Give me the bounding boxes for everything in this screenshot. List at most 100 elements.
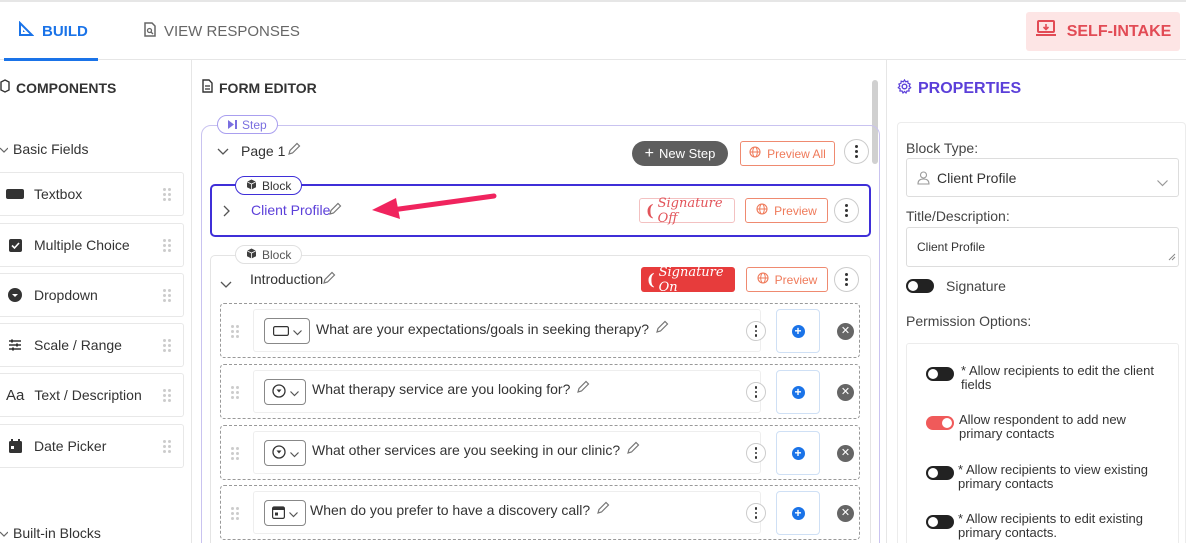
permission-toggle-edit-primary-contacts[interactable] [926,515,954,529]
page-title: Page 1 [241,143,286,159]
block-preview-button[interactable]: Preview [746,267,828,292]
chevron-down-icon [1157,174,1168,190]
remove-question-button[interactable]: ✕ [837,445,854,462]
add-question-button[interactable]: + [776,491,820,535]
block-title: Introduction [250,271,324,287]
component-scale-range[interactable]: Scale / Range [0,323,184,367]
chevron-down-icon [292,323,302,339]
question-row[interactable]: When do you prefer to have a discovery c… [220,485,860,540]
chevron-down-icon[interactable] [220,276,232,292]
component-text-description[interactable]: Aa Text / Description [0,373,184,417]
chevron-down-icon [289,505,298,521]
question-row[interactable]: What therapy service are you looking for… [220,364,860,419]
resize-handle-icon[interactable] [1168,248,1176,264]
signature-off-badge[interactable]: ( Signature Off [639,196,735,226]
text-icon: Aa [6,386,25,404]
pencil-icon[interactable] [655,320,669,337]
component-dropdown[interactable]: Dropdown [0,273,184,317]
signature-icon: ( [647,270,655,289]
question-card[interactable]: When do you prefer to have a discovery c… [253,491,766,534]
drag-handle-icon[interactable] [231,386,239,399]
block-more-button[interactable] [834,198,859,223]
basic-fields-toggle[interactable]: Basic Fields [0,141,88,157]
question-type-select[interactable] [264,440,306,466]
remove-question-button[interactable]: ✕ [837,323,854,340]
block-type-label: Block Type: [906,140,979,156]
document-icon [202,79,213,96]
question-row[interactable]: What other services are you seeking in o… [220,425,860,480]
block-type-select[interactable]: Client Profile [906,158,1179,197]
pencil-icon[interactable] [626,441,640,458]
globe-icon [757,272,769,287]
plus-circle-icon: + [791,385,805,399]
permission-toggle-view-primary-contacts[interactable] [926,466,954,480]
signature-on-badge[interactable]: ( Signature On [641,265,735,295]
gear-icon [897,78,912,99]
chevron-right-icon[interactable] [223,204,231,220]
built-in-blocks-toggle[interactable]: Built-in Blocks [0,525,101,541]
question-type-select[interactable] [264,379,306,405]
question-more-button[interactable] [746,321,766,341]
pencil-icon[interactable] [596,501,610,518]
question-text: What therapy service are you looking for… [312,380,590,397]
sliders-icon [6,339,24,351]
component-textbox[interactable]: Textbox [0,172,184,216]
plus-circle-icon: + [791,446,805,460]
drag-handle-icon[interactable] [163,188,171,201]
new-step-button[interactable]: + New Step [632,141,728,166]
question-card[interactable]: What therapy service are you looking for… [253,370,766,413]
remove-question-button[interactable]: ✕ [837,384,854,401]
textbox-icon [272,323,289,339]
step-badge: Step [217,115,278,134]
drag-handle-icon[interactable] [231,325,239,338]
pencil-icon[interactable] [576,380,590,397]
permission-toggle-edit-client-fields[interactable] [926,367,954,381]
dropdown-icon [271,444,286,462]
drag-handle-icon[interactable] [163,239,171,252]
component-multiple-choice[interactable]: Multiple Choice [0,223,184,267]
question-type-select[interactable] [264,318,310,344]
question-card[interactable]: What other services are you seeking in o… [253,431,766,474]
user-icon [917,171,930,188]
add-question-button[interactable]: + [776,370,820,414]
question-type-select[interactable] [264,500,306,526]
pencil-icon[interactable] [287,142,301,159]
signature-toggle[interactable] [906,279,934,293]
page-more-button[interactable] [844,139,869,164]
block-type-value: Client Profile [937,170,1017,186]
question-more-button[interactable] [746,503,766,523]
add-question-button[interactable]: + [776,309,820,353]
block-more-button[interactable] [834,267,859,292]
drag-handle-icon[interactable] [163,289,171,302]
drag-handle-icon[interactable] [163,389,171,402]
title-description-textarea[interactable]: Client Profile [906,227,1179,267]
drag-handle-icon[interactable] [163,339,171,352]
question-more-button[interactable] [746,382,766,402]
self-intake-button[interactable]: SELF-INTAKE [1026,12,1180,51]
tab-build[interactable]: BUILD [4,2,98,61]
add-question-button[interactable]: + [776,431,820,475]
pencil-icon[interactable] [328,202,342,219]
chevron-down-icon[interactable] [217,143,229,159]
preview-all-button[interactable]: Preview All [740,141,835,166]
drag-handle-icon[interactable] [163,440,171,453]
question-text: When do you prefer to have a discovery c… [310,501,610,518]
question-row[interactable]: What are your expectations/goals in seek… [220,303,860,358]
block-preview-button[interactable]: Preview [745,198,828,223]
question-more-button[interactable] [746,443,766,463]
permission-toggle-add-primary-contacts[interactable] [926,416,954,430]
drag-handle-icon[interactable] [231,447,239,460]
tab-view-responses[interactable]: VIEW RESPONSES [144,2,300,60]
title-description-label: Title/Description: [906,208,1010,224]
pencil-icon[interactable] [322,271,336,288]
laptop-download-icon [1035,20,1057,43]
question-card[interactable]: What are your expectations/goals in seek… [253,309,766,352]
block-title: Client Profile [251,202,331,218]
globe-icon [756,203,768,218]
component-date-picker[interactable]: Date Picker [0,424,184,468]
page-header: Page 1 [217,143,285,159]
document-search-icon [144,21,156,41]
remove-question-button[interactable]: ✕ [837,505,854,522]
drag-handle-icon[interactable] [231,507,239,520]
form-editor-title: FORM EDITOR [202,79,317,96]
